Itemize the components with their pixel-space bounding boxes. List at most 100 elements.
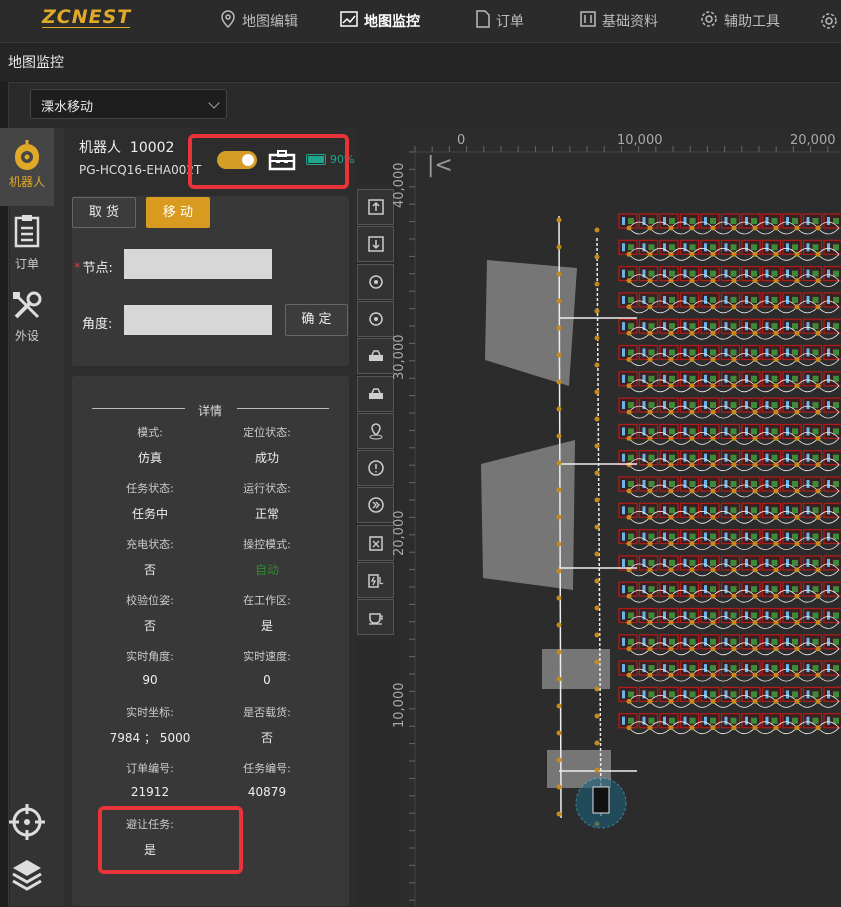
path-arc [817, 280, 840, 287]
sidebar-item-peripherals[interactable]: 外设 [0, 290, 54, 350]
tool-button[interactable] [357, 412, 394, 449]
slot-item [648, 559, 655, 566]
path-arc [796, 254, 819, 261]
slot-item [751, 586, 757, 593]
slot-marker [745, 558, 748, 567]
path-arc [733, 306, 756, 314]
path-arc [817, 543, 840, 550]
angle-input[interactable] [124, 305, 272, 335]
slot-marker [806, 480, 810, 488]
tool-button[interactable] [357, 524, 394, 561]
tool-button[interactable] [357, 263, 394, 300]
path-node [731, 304, 737, 310]
slot-item [730, 244, 737, 251]
map-select[interactable]: 溧水移动 [30, 89, 227, 119]
tool-button[interactable] [357, 189, 394, 225]
slot-item [751, 349, 757, 356]
slot-item [669, 638, 675, 645]
slot-marker [724, 401, 728, 410]
confirm-button[interactable]: 确 定 [285, 304, 348, 336]
path-node [689, 304, 695, 310]
slot-marker [765, 558, 769, 567]
tool-button[interactable] [357, 562, 394, 598]
slot-item [689, 402, 696, 409]
nav-orders[interactable]: 订单 [476, 0, 524, 42]
layers-icon [12, 860, 42, 891]
sidebar-item-orders[interactable]: 订单 [0, 214, 54, 276]
path-node [668, 278, 674, 284]
path-node [731, 725, 737, 731]
required-mark: * [74, 261, 81, 276]
node-input[interactable] [124, 249, 272, 279]
nav-map-edit[interactable]: 地图编辑 [220, 0, 298, 42]
slot-marker [724, 664, 728, 673]
path-arc [649, 569, 672, 577]
path-arc [754, 227, 777, 235]
slot-item [812, 218, 819, 224]
path-arc [796, 674, 819, 682]
path-arc [775, 438, 798, 445]
nav-basic-data[interactable]: 基础资料 [580, 0, 658, 42]
slot-item [648, 349, 655, 356]
path-node [773, 435, 779, 441]
map-collapse-icon[interactable]: |< [427, 153, 453, 178]
slot-marker [765, 295, 769, 304]
detail-label: 实时速度: [243, 650, 291, 663]
path-node [710, 357, 716, 362]
path-node [647, 304, 653, 310]
path-arc [649, 332, 672, 340]
slot-item [833, 218, 839, 224]
slot-item [812, 507, 819, 514]
map-canvas[interactable] [397, 128, 841, 906]
slot-marker [724, 217, 728, 225]
logo-underline [42, 27, 130, 28]
tool-button[interactable] [357, 300, 394, 337]
path-arc [775, 517, 798, 524]
detail-label: 实时坐标: [126, 706, 174, 719]
robot-icon [15, 140, 39, 170]
warehouse-map[interactable] [397, 128, 841, 906]
slot-marker [683, 348, 687, 357]
slot-marker [745, 401, 748, 410]
database-icon [580, 11, 596, 31]
tool-button[interactable] [357, 487, 394, 524]
slot-marker [704, 401, 707, 410]
tool-button[interactable] [357, 226, 394, 263]
path-arc [733, 595, 756, 603]
path-node [668, 646, 674, 652]
path-node [731, 251, 737, 257]
slot-item [751, 270, 757, 277]
path-arc [691, 227, 714, 235]
path-arc [691, 648, 714, 656]
slot-item [648, 218, 655, 224]
path-node [594, 227, 600, 233]
path-node [594, 443, 600, 449]
sidebar-item-label: 订单 [14, 257, 39, 271]
sidebar-item-robot[interactable]: 机器人 [0, 128, 54, 206]
path-arc [775, 595, 798, 603]
slot-item [628, 559, 634, 566]
path-arc [733, 701, 756, 708]
slot-marker [683, 480, 687, 488]
tool-button[interactable] [357, 599, 394, 636]
nav-aux-tools[interactable]: 辅助工具 [700, 0, 780, 42]
nav-map-monitor[interactable]: 地图监控 [340, 0, 420, 42]
slot-item [812, 481, 819, 487]
path-arc [817, 411, 840, 419]
tool-button[interactable] [357, 375, 394, 412]
slot-marker [704, 427, 707, 436]
slot-marker [622, 480, 625, 488]
locate-button[interactable] [0, 803, 54, 843]
path-node [731, 620, 737, 625]
path-arc [628, 622, 651, 629]
slot-item [812, 717, 819, 724]
slot-item [648, 244, 655, 251]
tool-button[interactable] [357, 450, 394, 487]
tool-button[interactable] [357, 338, 394, 375]
path-node [731, 567, 737, 573]
move-button[interactable]: 移 动 [146, 197, 210, 228]
pickup-button[interactable]: 取 货 [72, 197, 136, 228]
settings-gear-icon[interactable] [820, 0, 838, 42]
slot-marker [724, 295, 728, 304]
layers-button[interactable] [0, 858, 54, 898]
